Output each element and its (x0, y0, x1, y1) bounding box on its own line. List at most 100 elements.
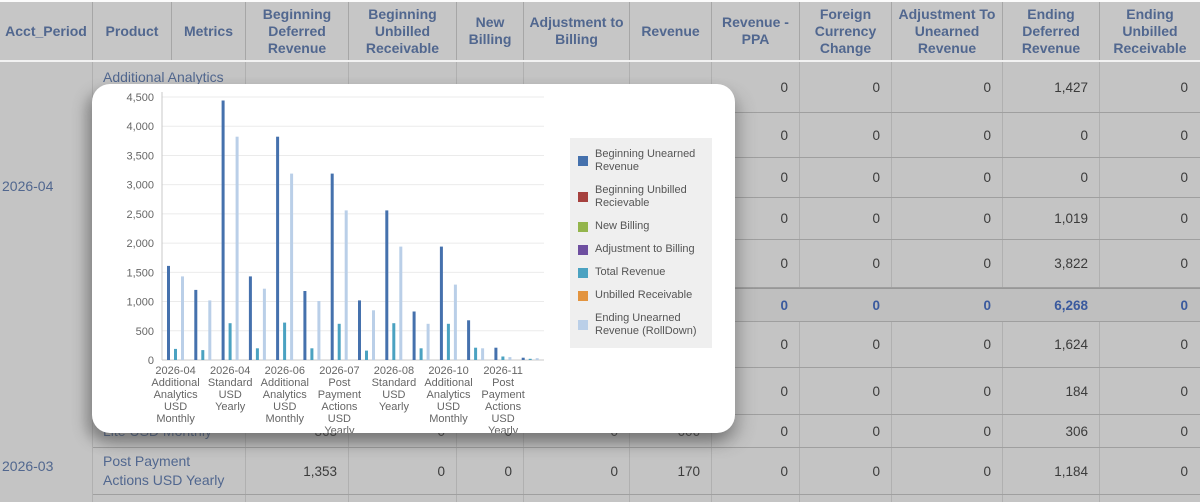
value-cell: 0 (872, 79, 880, 95)
svg-text:2026-04StandardUSDYearly: 2026-04 Standard USD Yearly (208, 365, 253, 413)
value-cell: 0 (983, 127, 991, 143)
value-cell: 0 (1180, 79, 1188, 95)
value-cell: 0 (872, 256, 880, 271)
value-cell: 184 (1065, 383, 1088, 399)
svg-text:4,000: 4,000 (126, 121, 154, 133)
value-cell: 0 (1180, 463, 1188, 479)
legend-swatch-icon (578, 244, 588, 255)
value-cell: 0 (610, 463, 618, 479)
value-cell: 0 (1180, 127, 1188, 143)
value-cell: 0 (872, 170, 880, 185)
value-cell: 170 (677, 463, 700, 479)
legend-label: New Billing (595, 220, 650, 232)
column-header-adjustment-to-billing[interactable]: Adjustment to Billing (524, 2, 630, 60)
acct-period-label: 2026-03 (2, 458, 54, 474)
svg-text:3,500: 3,500 (126, 150, 154, 162)
revenue-rollforward-screen: Acct_Period Product Metrics Beginning Defer… (0, 0, 1200, 502)
legend-item: Adjustment to Billing (578, 243, 704, 256)
value-cell: 0 (983, 79, 991, 95)
legend-label: Beginning Unbilled Recievable (595, 184, 687, 209)
legend-item: Beginning Unearned Revenue (578, 148, 704, 174)
column-header-metrics[interactable]: Metrics (172, 2, 246, 60)
legend-label: Unbilled Receivable (595, 289, 693, 301)
column-header-beginning-deferred-revenue[interactable]: Beginning Deferred Revenue (246, 2, 349, 60)
value-cell: 3,822 (1054, 256, 1088, 271)
svg-text:1,500: 1,500 (126, 267, 154, 279)
column-header-revenue[interactable]: Revenue (630, 2, 712, 60)
svg-text:1,000: 1,000 (126, 297, 154, 309)
value-cell: 0 (983, 170, 991, 185)
column-header-product[interactable]: Product (93, 2, 172, 60)
acct-period-column: 2026-04 2026-03 (0, 62, 93, 502)
value-cell: 0 (872, 463, 880, 479)
value-cell: 1,427 (1054, 79, 1088, 95)
value-cell: 1,353 (303, 463, 337, 479)
table-row[interactable] (93, 495, 1200, 502)
legend-label: Adjustment to Billing (595, 243, 695, 255)
value-cell (246, 495, 349, 502)
column-header-ending-deferred-revenue[interactable]: Ending Deferred Revenue (1003, 2, 1100, 60)
value-cell: 0 (1180, 337, 1188, 352)
column-header-beginning-unbilled-receivable[interactable]: Beginning Unbilled Receivable (349, 2, 457, 60)
svg-text:4,500: 4,500 (126, 92, 154, 104)
svg-text:2,500: 2,500 (126, 209, 154, 221)
value-cell: 0 (872, 423, 880, 439)
value-cell: 1,624 (1054, 337, 1088, 352)
column-header-adjustment-to-unearned-revenue[interactable]: Adjustment To Unearned Revenue (892, 2, 1003, 60)
product-cell (93, 495, 236, 502)
value-cell: 0 (1180, 423, 1188, 439)
value-cell (892, 495, 1003, 502)
table-row[interactable]: Post Payment Actions USD Yearly 1,353 0 0 0 1… (93, 448, 1200, 495)
value-cell: 306 (1065, 423, 1088, 439)
value-cell (524, 495, 630, 502)
value-cell: 0 (872, 383, 880, 399)
value-cell: 0 (1180, 211, 1188, 226)
legend-label: Total Revenue (595, 266, 666, 278)
value-cell: 0 (872, 211, 880, 226)
legend-swatch-icon (578, 290, 588, 301)
value-cell: 1,184 (1054, 463, 1088, 479)
legend-item: Total Revenue (578, 266, 704, 279)
legend-swatch-icon (578, 320, 588, 330)
value-cell (1003, 495, 1100, 502)
column-header-new-billing[interactable]: New Billing (457, 2, 524, 60)
svg-text:2026-10AdditionalAnalyticsUSDM: 2026-10 Additional Analytics USD Monthly (424, 365, 472, 425)
value-cell: 0 (983, 337, 991, 352)
value-cell: 0 (872, 337, 880, 352)
legend-swatch-icon (578, 221, 588, 232)
value-cell (630, 495, 712, 502)
value-cell: 0 (437, 463, 445, 479)
value-cell (349, 495, 457, 502)
value-cell: 0 (872, 127, 880, 143)
value-cell (1100, 495, 1200, 502)
svg-text:2026-06AdditionalAnalyticsUSDM: 2026-06 Additional Analytics USD Monthly (261, 365, 309, 425)
table-header-row: Acct_Period Product Metrics Beginning Defer… (0, 0, 1200, 62)
column-header-ending-unbilled-receivable[interactable]: Ending Unbilled Receivable (1100, 2, 1200, 60)
value-cell: 0 (983, 256, 991, 271)
value-cell: 0 (1180, 297, 1188, 313)
svg-text:500: 500 (136, 326, 154, 338)
svg-text:2026-07PostPaymentActionsUSDYe: 2026-07 Post Payment Actions USD Yearly (318, 365, 361, 433)
svg-text:0: 0 (148, 355, 154, 367)
column-header-foreign-currency-change[interactable]: Foreign Currency Change (800, 2, 892, 60)
svg-text:3,000: 3,000 (126, 180, 154, 192)
chart-legend: Beginning Unearned Revenue Beginning Unbi… (570, 138, 712, 348)
value-cell: 0 (983, 297, 991, 313)
value-cell: 0 (872, 297, 880, 313)
value-cell: 0 (1180, 170, 1188, 185)
value-cell: 0 (983, 211, 991, 226)
value-cell: 6,268 (1054, 297, 1088, 313)
column-header-acct-period[interactable]: Acct_Period (0, 2, 93, 60)
acct-period-label: 2026-04 (2, 178, 54, 194)
column-header-revenue-ppa[interactable]: Revenue - PPA (712, 2, 800, 60)
svg-text:2026-11PostPaymentActionsUSDYe: 2026-11 Post Payment Actions USD Yearly (481, 365, 524, 433)
svg-text:2,000: 2,000 (126, 238, 154, 250)
value-cell: 0 (504, 463, 512, 479)
legend-swatch-icon (578, 267, 588, 278)
legend-label: Ending Unearned Revenue (RollDown) (595, 312, 697, 337)
value-cell: 0 (983, 463, 991, 479)
svg-text:2026-08StandardUSDYearly: 2026-08 Standard USD Yearly (372, 365, 417, 413)
value-cell (712, 495, 800, 502)
chart-popup: 0 500 1,000 1,500 2,000 2,500 3,000 3,500 4,000 4… (92, 84, 735, 433)
svg-text:2026-04AdditionalAnalyticsUSDM: 2026-04 Additional Analytics USD Monthly (151, 365, 199, 425)
